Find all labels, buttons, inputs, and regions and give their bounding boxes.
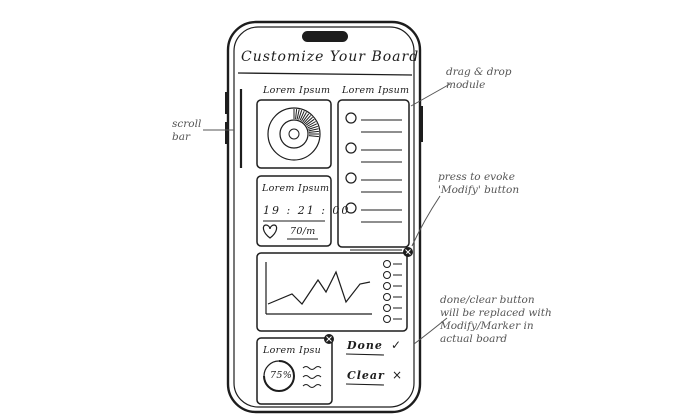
check-icon[interactable]: ✓ [391,339,401,351]
modify-dot-icon[interactable] [403,247,413,257]
drag-drop-annotation: drag & drop module [446,66,512,92]
chart-legend-dot [383,271,391,279]
donut-card-title: Lorem Ipsum [263,85,331,96]
time-readout: 19 : 21 : 00 [263,204,351,217]
done-underline [345,353,385,356]
list-card-title: Lorem Ipsum [342,85,410,96]
chart-card[interactable] [256,252,408,332]
donut-hatch-stroke [308,135,319,138]
clear-underline [345,383,385,386]
close-icon[interactable]: × [392,369,402,381]
wave-line-2 [302,375,322,379]
list-row-radio[interactable] [345,142,357,154]
rate-readout: 70/m [290,226,316,237]
chart-legend-dot [383,315,391,323]
donut-chart [267,107,321,161]
time-card-title: Lorem Ipsum [262,183,330,194]
chart-legend-dot [383,260,391,268]
list-row-radio[interactable] [345,172,357,184]
chart-legend-dot [383,304,391,312]
wave-line-3 [302,384,322,388]
done-clear-annotation: done/clear button will be replaced with … [440,294,552,346]
page-title: Customize Your Board [241,49,420,65]
title-divider [237,72,413,76]
percent-card-title: Lorem Ipsu [263,345,322,356]
done-button[interactable]: Done [347,340,383,351]
scroll-bar-annotation: scroll bar [172,118,202,144]
line-chart [265,262,372,315]
modify-dot-icon[interactable] [324,334,334,344]
press-modify-arrow [411,195,441,247]
percent-readout: 75% [270,370,293,381]
wave-line-1 [302,366,322,370]
chart-legend-dot [383,293,391,301]
drag-drop-arrow [410,83,451,107]
donut-hatch-stroke [308,130,319,133]
heart-icon [262,224,278,239]
list-row-radio[interactable] [345,112,357,124]
phone-screen [233,26,415,408]
donut-hatch-stroke [295,109,298,120]
clear-button[interactable]: Clear [347,370,385,381]
phone-notch [302,31,348,42]
chart-legend-dot [383,282,391,290]
press-modify-annotation: press to evoke 'Modify' button [438,171,520,197]
